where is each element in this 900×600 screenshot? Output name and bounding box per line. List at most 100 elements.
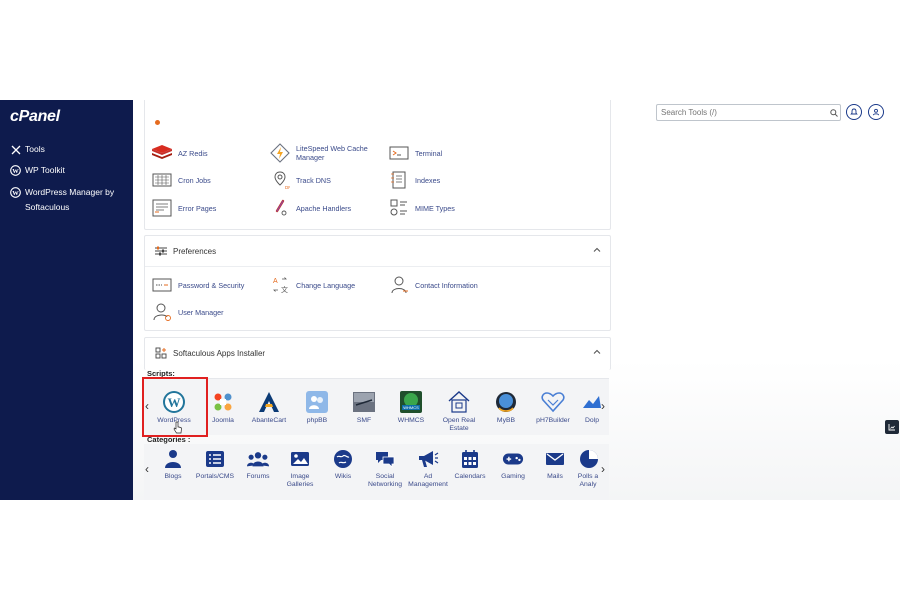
tool-az-redis[interactable]: AZ Redis xyxy=(151,143,208,163)
panel-title: Softaculous Apps Installer xyxy=(173,348,266,358)
abantecart-icon xyxy=(256,390,282,414)
category-label: Gaming xyxy=(501,473,525,480)
bell-icon xyxy=(850,108,858,115)
script-smf[interactable]: SMF xyxy=(342,390,386,425)
tool-label: Cron Jobs xyxy=(178,175,211,185)
category-label: Ad Management xyxy=(408,473,448,488)
category-label: Calendars xyxy=(454,473,486,480)
user-icon xyxy=(872,108,880,116)
cpanel-window: cPanel Tools W WP Toolkit W WordPress Ma… xyxy=(0,100,900,500)
category-label: Portals/CMS xyxy=(195,473,235,480)
scripts-carousel: ‹ W WordPress Joomla AbanteCart phpBB SM… xyxy=(144,378,609,435)
category-portals-cms[interactable]: Portals/CMS xyxy=(193,448,237,481)
notifications-button[interactable] xyxy=(846,104,862,120)
indexes-icon xyxy=(388,170,410,190)
mybb-icon xyxy=(493,390,519,414)
category-polls[interactable]: Polls a Analy xyxy=(572,448,604,489)
tool-label: Apache Handlers xyxy=(296,203,352,213)
category-label: Social Networking xyxy=(368,473,402,488)
sidebar-item-wordpress-manager[interactable]: W WordPress Manager by Softaculous xyxy=(10,185,125,215)
chevron-up-icon[interactable] xyxy=(592,245,602,255)
search-box[interactable] xyxy=(656,104,841,121)
script-label: phpBB xyxy=(306,417,328,424)
script-phpbb[interactable]: phpBB xyxy=(295,390,339,425)
tool-contact-information[interactable]: Contact Information xyxy=(388,275,478,295)
tool-label: LiteSpeed Web Cache Manager xyxy=(296,144,368,162)
tool-apache-handlers[interactable]: Apache Handlers xyxy=(269,198,351,218)
categories-prev-arrow[interactable]: ‹ xyxy=(145,462,149,476)
softaculous-panel: Softaculous Apps Installer xyxy=(144,337,611,370)
category-mails[interactable]: Mails xyxy=(533,448,577,481)
redis-icon xyxy=(151,143,173,163)
script-whmcs[interactable]: WHMCS WHMCS xyxy=(389,390,433,425)
svg-text:W: W xyxy=(12,190,19,197)
svg-text:A: A xyxy=(273,278,278,285)
sidebar-item-tools[interactable]: Tools xyxy=(10,142,45,157)
contact-icon xyxy=(388,275,410,295)
chevron-up-icon[interactable] xyxy=(592,347,602,357)
tool-error-pages[interactable]: Error Pages xyxy=(151,198,216,218)
tool-change-language[interactable]: A文 Change Language xyxy=(269,275,355,295)
script-label: MyBB xyxy=(496,417,516,424)
terminal-icon xyxy=(388,143,410,163)
sidebar: cPanel Tools W WP Toolkit W WordPress Ma… xyxy=(0,100,133,500)
tool-litespeed[interactable]: LiteSpeed Web Cache Manager xyxy=(269,143,374,163)
cron-jobs-icon xyxy=(151,170,173,190)
tool-track-dns[interactable]: DNS Track DNS xyxy=(269,170,331,190)
tool-indexes[interactable]: Indexes xyxy=(388,170,440,190)
chart-icon xyxy=(888,424,895,431)
script-abantecart[interactable]: AbanteCart xyxy=(247,390,291,425)
mime-types-icon xyxy=(388,198,410,218)
tool-mime-types[interactable]: MIME Types xyxy=(388,198,455,218)
password-icon xyxy=(151,275,173,295)
category-social-networking[interactable]: Social Networking xyxy=(363,448,407,489)
whmcs-icon: WHMCS xyxy=(398,390,424,414)
tools-icon xyxy=(10,144,21,155)
tool-label: Change Language xyxy=(296,280,356,290)
category-label: Wikis xyxy=(334,473,352,480)
script-label: Open Real Estate xyxy=(442,417,476,432)
script-ph7builder[interactable]: pH7Builder xyxy=(531,390,575,425)
gaming-icon xyxy=(502,448,524,470)
apps-grid-icon xyxy=(153,345,169,361)
tool-cron-jobs[interactable]: Cron Jobs xyxy=(151,170,211,190)
tool-password-security[interactable]: Password & Security xyxy=(151,275,244,295)
script-open-real-estate[interactable]: Open Real Estate xyxy=(437,390,481,433)
category-blogs[interactable]: Blogs xyxy=(151,448,195,481)
polls-icon xyxy=(577,448,599,470)
ad-management-icon xyxy=(417,448,439,470)
chart-toggle-button[interactable] xyxy=(885,420,899,434)
category-image-galleries[interactable]: Image Galleries xyxy=(278,448,322,489)
tool-label: Terminal xyxy=(415,148,443,158)
sidebar-item-wp-toolkit[interactable]: W WP Toolkit xyxy=(10,163,65,178)
tool-terminal[interactable]: Terminal xyxy=(388,143,442,163)
search-input[interactable] xyxy=(657,107,828,118)
cpanel-logo[interactable]: cPanel xyxy=(10,108,60,126)
user-account-button[interactable] xyxy=(868,104,884,120)
section-icon xyxy=(155,120,160,125)
phpbb-icon xyxy=(304,390,330,414)
social-networking-icon xyxy=(374,448,396,470)
mouse-pointer-icon xyxy=(173,421,183,439)
categories-carousel: ‹ Blogs Portals/CMS Forums Image Galleri… xyxy=(144,444,609,500)
category-ad-management[interactable]: Ad Management xyxy=(406,448,450,489)
tool-label: Error Pages xyxy=(178,203,217,213)
category-calendars[interactable]: Calendars xyxy=(448,448,492,481)
script-mybb[interactable]: MyBB xyxy=(484,390,528,425)
category-forums[interactable]: Forums xyxy=(236,448,280,481)
language-icon: A文 xyxy=(269,275,291,295)
portals-icon xyxy=(204,448,226,470)
litespeed-icon xyxy=(269,143,291,163)
softaculous-header[interactable]: Softaculous Apps Installer xyxy=(145,338,610,368)
svg-text:文: 文 xyxy=(281,285,288,294)
wordpress-icon: W xyxy=(10,187,21,198)
search-icon[interactable] xyxy=(828,108,840,117)
categories-next-arrow[interactable]: › xyxy=(601,462,605,476)
track-dns-icon: DNS xyxy=(269,170,291,190)
preferences-header[interactable]: Preferences xyxy=(145,236,610,267)
tool-user-manager[interactable]: User Manager xyxy=(151,302,224,322)
category-gaming[interactable]: Gaming xyxy=(491,448,535,481)
scripts-next-arrow[interactable]: › xyxy=(601,399,605,413)
category-wikis[interactable]: Wikis xyxy=(321,448,365,481)
sidebar-item-label: WP Toolkit xyxy=(25,165,65,175)
